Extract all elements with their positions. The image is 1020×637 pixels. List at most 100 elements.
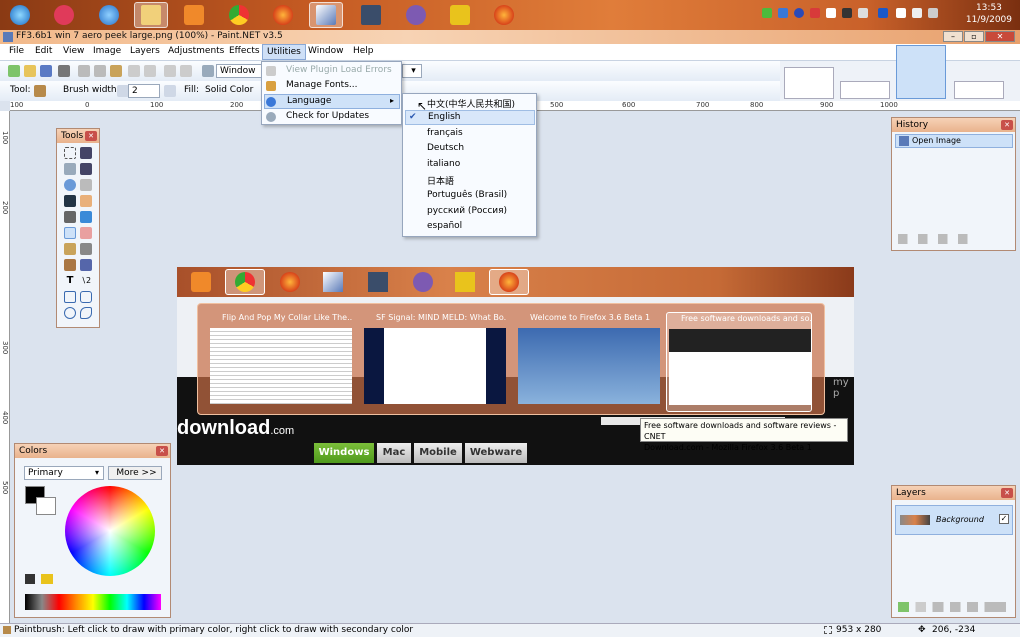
menu-item-manage-fonts[interactable]: Manage Fonts... [286, 80, 357, 90]
flag-icon[interactable] [928, 8, 938, 18]
taskbar-media[interactable] [177, 2, 211, 28]
gradient-icon[interactable] [80, 211, 92, 223]
taskbar-app-1[interactable] [47, 2, 81, 28]
tray-icon[interactable] [826, 8, 836, 18]
paintbrush-icon[interactable] [34, 85, 46, 97]
taskbar-pidgin[interactable] [399, 2, 433, 28]
palette-icon[interactable] [41, 574, 53, 584]
deselect-icon[interactable] [144, 65, 156, 77]
volume-icon[interactable] [912, 8, 922, 18]
network-icon[interactable] [896, 8, 906, 18]
maximize-button[interactable]: ▫ [964, 31, 984, 42]
open-icon[interactable] [24, 65, 36, 77]
lang-item[interactable]: français [427, 128, 463, 138]
lang-item[interactable]: italiano [427, 159, 460, 169]
cut-icon[interactable] [78, 65, 90, 77]
copy-icon[interactable] [94, 65, 106, 77]
close-icon[interactable]: ✕ [1001, 488, 1013, 498]
taskbar-paintnet[interactable] [309, 2, 343, 28]
menu-edit[interactable]: Edit [31, 46, 56, 56]
crop-icon[interactable] [128, 65, 140, 77]
menu-image[interactable]: Image [89, 46, 125, 56]
color-palette[interactable] [25, 594, 161, 610]
image-tab[interactable] [954, 81, 1004, 99]
more-colors-button[interactable]: More >> [108, 466, 162, 480]
save-icon[interactable] [40, 65, 52, 77]
lasso-icon[interactable] [64, 163, 76, 175]
pan-icon[interactable] [80, 195, 92, 207]
image-tab-active[interactable] [896, 45, 946, 99]
paste-icon[interactable] [110, 65, 122, 77]
tray-icon[interactable] [794, 8, 804, 18]
taskbar-chrome[interactable] [222, 2, 256, 28]
increase-width-icon[interactable] [164, 85, 176, 97]
layer-visible-checkbox[interactable]: ✓ [999, 514, 1009, 524]
close-icon[interactable]: ✕ [1001, 120, 1013, 130]
move-icon[interactable] [80, 147, 92, 159]
lang-item[interactable]: Deutsch [427, 143, 464, 153]
view-select[interactable]: Window [216, 64, 266, 78]
reset-colors-icon[interactable] [25, 574, 35, 584]
lang-item[interactable]: 日本語 [427, 174, 454, 187]
tray-icon[interactable] [810, 8, 820, 18]
rectangle-icon[interactable] [64, 291, 76, 303]
close-icon[interactable]: ✕ [85, 131, 97, 141]
menu-layers[interactable]: Layers [126, 46, 164, 56]
image-tab[interactable] [840, 81, 890, 99]
new-icon[interactable] [8, 65, 20, 77]
tray-icon[interactable] [858, 8, 868, 18]
text-icon[interactable]: T [64, 275, 76, 287]
fill-select[interactable]: Solid Color [202, 84, 262, 98]
bluetooth-icon[interactable] [878, 8, 888, 18]
brush-width-input[interactable]: 2 [128, 84, 160, 98]
color-picker-icon[interactable] [80, 243, 92, 255]
paintbrush-icon[interactable] [64, 227, 76, 239]
menu-adjustments[interactable]: Adjustments [164, 46, 228, 56]
lang-item[interactable]: Português (Brasil) [427, 190, 507, 200]
layer-controls[interactable] [898, 602, 1006, 612]
lang-item[interactable]: 中文(中华人民共和国) [427, 97, 515, 110]
menu-help[interactable]: Help [349, 46, 378, 56]
start-button[interactable] [3, 2, 37, 28]
tray-icon[interactable] [762, 8, 772, 18]
menu-utilities[interactable]: Utilities [262, 44, 306, 60]
menu-item-language[interactable]: Language [264, 94, 400, 109]
secondary-color-swatch[interactable] [36, 497, 56, 515]
view-dropdown-arrow[interactable]: ▾ [402, 64, 422, 78]
close-button[interactable]: ✕ [985, 31, 1015, 42]
menu-file[interactable]: File [5, 46, 28, 56]
clock[interactable]: 13:53 11/9/2009 [966, 2, 1012, 26]
lang-item[interactable]: español [427, 221, 462, 231]
menu-window[interactable]: Window [304, 46, 348, 56]
taskbar-firefox[interactable] [266, 2, 300, 28]
freeform-icon[interactable] [80, 307, 92, 319]
menu-effects[interactable]: Effects [225, 46, 264, 56]
rounded-rect-icon[interactable] [80, 291, 92, 303]
clone-stamp-icon[interactable] [64, 259, 76, 271]
recolor-icon[interactable] [80, 259, 92, 271]
move-selection-icon[interactable] [80, 163, 92, 175]
line-icon[interactable]: ∖2 [80, 275, 92, 287]
zoom-icon[interactable] [80, 179, 92, 191]
undo-icon[interactable] [164, 65, 176, 77]
ellipse-select-icon[interactable] [64, 179, 76, 191]
print-icon[interactable] [58, 65, 70, 77]
color-wheel[interactable] [65, 486, 155, 576]
zoom-icon[interactable] [202, 65, 214, 77]
lang-item[interactable]: русский (Россия) [427, 206, 507, 216]
taskbar-bird[interactable] [443, 2, 477, 28]
taskbar-ie[interactable] [92, 2, 126, 28]
bucket-icon[interactable] [64, 211, 76, 223]
tray-icon[interactable] [842, 8, 852, 18]
taskbar-firefox-2[interactable] [487, 2, 521, 28]
minimize-button[interactable]: – [943, 31, 963, 42]
history-controls[interactable] [898, 234, 978, 244]
taskbar-film[interactable] [354, 2, 388, 28]
menu-view[interactable]: View [59, 46, 88, 56]
color-mode-select[interactable]: Primary [24, 466, 104, 480]
tray-icon[interactable] [778, 8, 788, 18]
eraser-icon[interactable] [80, 227, 92, 239]
rect-select-icon[interactable] [64, 147, 76, 159]
menu-item-check-updates[interactable]: Check for Updates [286, 111, 369, 121]
ellipse-icon[interactable] [64, 307, 76, 319]
